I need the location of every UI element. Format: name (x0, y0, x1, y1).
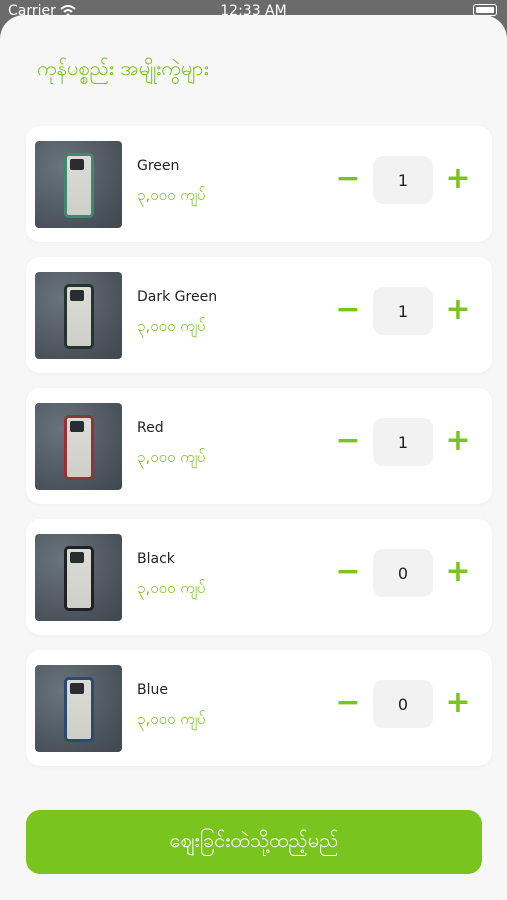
variant-name: Blue (137, 682, 168, 698)
quantity-field[interactable]: 1 (373, 156, 433, 204)
variant-name: Green (137, 158, 180, 174)
quantity-field[interactable]: 0 (373, 549, 433, 597)
variant-card-red: Red ၃,၀၀၀ ကျပ် − 1 + (26, 388, 492, 504)
increase-button[interactable]: + (444, 164, 472, 194)
variant-price: ၃,၀၀၀ ကျပ် (137, 579, 206, 597)
quantity-field[interactable]: 1 (373, 418, 433, 466)
sheet-title: ကုန်ပစ္စည်း အမျိုးကွဲများ (37, 56, 209, 80)
variant-price: ၃,၀၀၀ ကျပ် (137, 710, 206, 728)
variant-name: Dark Green (137, 289, 218, 305)
increase-button[interactable]: + (444, 426, 472, 456)
variant-card-green: Green ၃,၀၀၀ ကျပ် − 1 + (26, 126, 492, 242)
variant-price: ၃,၀၀၀ ကျပ် (137, 448, 206, 466)
decrease-button[interactable]: − (334, 688, 362, 718)
product-thumbnail (35, 665, 122, 752)
product-thumbnail (35, 403, 122, 490)
increase-button[interactable]: + (444, 557, 472, 587)
decrease-button[interactable]: − (334, 295, 362, 325)
increase-button[interactable]: + (444, 688, 472, 718)
variant-card-blue: Blue ၃,၀၀၀ ကျပ် − 0 + (26, 650, 492, 766)
variants-sheet: ကုန်ပစ္စည်း အမျိုးကွဲများ Green ၃,၀၀၀ ကျ… (0, 15, 507, 900)
variant-name: Red (137, 420, 164, 436)
decrease-button[interactable]: − (334, 426, 362, 456)
product-thumbnail (35, 534, 122, 621)
add-to-cart-button[interactable]: ဈေးခြင်းထဲသို့ထည့်မည် (26, 810, 482, 874)
decrease-button[interactable]: − (334, 557, 362, 587)
variant-price: ၃,၀၀၀ ကျပ် (137, 186, 206, 204)
increase-button[interactable]: + (444, 295, 472, 325)
quantity-field[interactable]: 1 (373, 287, 433, 335)
variant-card-dark-green: Dark Green ၃,၀၀၀ ကျပ် − 1 + (26, 257, 492, 373)
quantity-field[interactable]: 0 (373, 680, 433, 728)
decrease-button[interactable]: − (334, 164, 362, 194)
variant-name: Black (137, 551, 175, 567)
product-thumbnail (35, 272, 122, 359)
product-thumbnail (35, 141, 122, 228)
variant-price: ၃,၀၀၀ ကျပ် (137, 317, 206, 335)
variant-card-black: Black ၃,၀၀၀ ကျပ် − 0 + (26, 519, 492, 635)
